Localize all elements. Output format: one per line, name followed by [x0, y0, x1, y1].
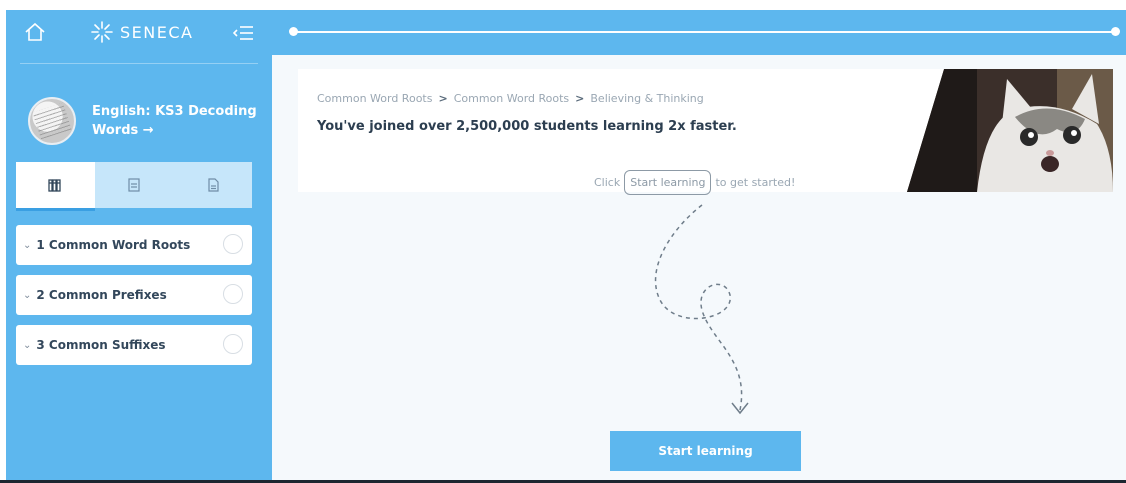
home-icon[interactable]: [24, 22, 46, 42]
sidebar-tabs: [16, 162, 252, 211]
sidebar-topbar: SENECA: [6, 10, 272, 55]
progress-circle: [223, 234, 243, 254]
hint-start-pill: Start learning: [624, 170, 712, 195]
tab-topics[interactable]: [16, 162, 95, 211]
chevron-down-icon: ⌄: [23, 289, 32, 301]
topic-item-2[interactable]: ⌄ 2 Common Prefixes: [16, 275, 252, 315]
breadcrumb-item[interactable]: Believing & Thinking: [590, 92, 703, 105]
dashed-arrow: [654, 204, 749, 415]
seneca-logo[interactable]: SENECA: [90, 20, 193, 44]
start-learning-button[interactable]: Start learning: [610, 431, 801, 471]
start-hint: Click Start learning to get started!: [594, 170, 795, 195]
breadcrumb-separator: >: [438, 92, 448, 105]
breadcrumb-item[interactable]: Common Word Roots: [317, 92, 432, 105]
document-icon: [208, 178, 219, 192]
tab-notes[interactable]: [95, 162, 174, 208]
notes-icon: [128, 178, 140, 192]
topic-item-3[interactable]: ⌄ 3 Common Suffixes: [16, 325, 252, 365]
collapse-menu-icon[interactable]: [233, 24, 255, 42]
progress-start-dot: [289, 27, 298, 36]
breadcrumb-separator: >: [575, 92, 585, 105]
progress-track: [294, 31, 1114, 33]
course-link[interactable]: English: KS3 Decoding Words →: [6, 86, 272, 156]
course-title[interactable]: English: KS3 Decoding Words →: [92, 102, 262, 140]
progress-circle: [223, 284, 243, 304]
brand-name: SENECA: [120, 22, 194, 42]
chevron-down-icon: ⌄: [23, 339, 32, 351]
sidebar-divider: [20, 63, 258, 64]
progress-circle: [223, 334, 243, 354]
progress-end-dot: [1111, 27, 1120, 36]
chevron-down-icon: ⌄: [23, 239, 32, 251]
tab-documents[interactable]: [173, 162, 252, 208]
seneca-logo-icon: [91, 21, 113, 43]
books-icon: [48, 179, 61, 192]
course-avatar: [28, 97, 76, 145]
joined-message: You've joined over 2,500,000 students le…: [317, 119, 737, 134]
topic-label: 3 Common Suffixes: [36, 338, 166, 352]
topic-item-1[interactable]: ⌄ 1 Common Word Roots: [16, 225, 252, 265]
topic-label: 2 Common Prefixes: [36, 288, 167, 302]
breadcrumb-item[interactable]: Common Word Roots: [454, 92, 569, 105]
hint-suffix: to get started!: [715, 176, 796, 189]
topic-label: 1 Common Word Roots: [36, 238, 191, 252]
breadcrumb: Common Word Roots > Common Word Roots > …: [317, 92, 704, 105]
hint-prefix: Click: [594, 176, 621, 189]
